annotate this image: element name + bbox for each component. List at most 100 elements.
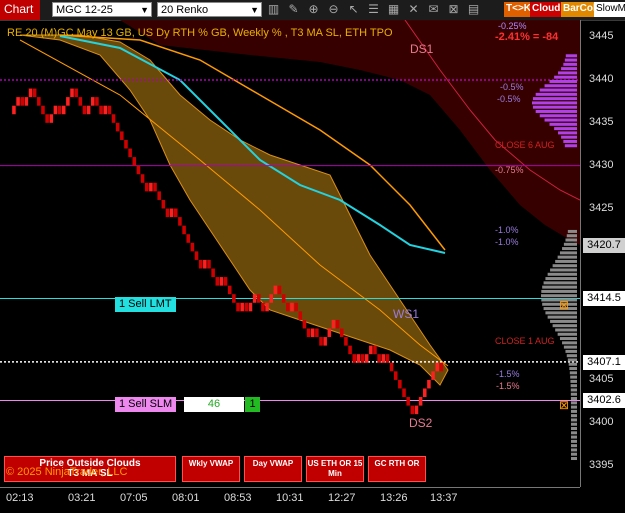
volume-profile-bar [563, 139, 577, 143]
ds2-label: DS2 [409, 416, 433, 430]
cancel-order-icon[interactable]: ⊠ [559, 398, 569, 412]
cross-icon[interactable]: ✕ [406, 2, 421, 17]
volume-profile-bar [549, 79, 577, 83]
renko-brick [223, 277, 228, 286]
chart-tab[interactable]: Chart [0, 0, 40, 20]
volume-profile-bar [557, 332, 577, 336]
volume-profile-bar [541, 289, 577, 293]
renko-brick [236, 302, 240, 312]
renko-brick [414, 405, 419, 415]
renko-brick [269, 294, 273, 303]
instrument-selector[interactable]: MGC 12-25 ▼ [52, 2, 152, 17]
renko-brick [45, 114, 49, 123]
renko-brick [393, 371, 398, 380]
pct-label: -0.75% [495, 165, 524, 175]
sell-limit-order[interactable]: 1 Sell LMT [115, 297, 176, 312]
cloud-button[interactable]: Cloud [530, 2, 563, 17]
pct-label: -0.5% [500, 82, 524, 92]
chevron-down-icon: ▼ [140, 5, 149, 15]
renko-brick [257, 294, 261, 303]
renko-brick [381, 354, 386, 363]
renko-brick [190, 242, 195, 252]
renko-brick [319, 337, 323, 346]
bar-type-selector[interactable]: 20 Renko ▼ [157, 2, 262, 17]
renko-brick [398, 379, 402, 389]
renko-brick [265, 302, 269, 312]
renko-brick [215, 277, 220, 286]
list-icon[interactable]: ☰ [366, 2, 381, 17]
slowma-button[interactable]: SlowMa [594, 2, 625, 17]
renko-brick [57, 105, 62, 115]
price-tick-label: 3395 [589, 458, 614, 471]
mail-icon[interactable]: ✉ [426, 2, 441, 17]
barcol-button[interactable]: BarCol [561, 2, 598, 17]
price-badge: 3420.7 [583, 238, 625, 254]
renko-brick [144, 182, 149, 192]
day-vwap-button[interactable]: Day VWAP [244, 456, 302, 482]
tile-icon[interactable]: ▤ [466, 2, 481, 17]
pct-label: -1.5% [496, 381, 520, 391]
lock-icon[interactable]: ⊠ [446, 2, 461, 17]
ds1-label: DS1 [410, 42, 434, 56]
zoom-out-icon[interactable]: ⊖ [326, 2, 341, 17]
price-axis[interactable]: 3445 3440 3435 3430 3425 3405 3400 3395 3420.7 34… [580, 20, 625, 487]
renko-brick [28, 88, 33, 98]
renko-brick [427, 379, 431, 389]
gc-rth-or-button[interactable]: GC RTH OR [368, 456, 426, 482]
volume-profile-bar [532, 101, 577, 105]
volume-profile-bar [547, 272, 577, 276]
renko-brick [227, 285, 232, 295]
renko-brick [232, 294, 236, 303]
time-tick-label: 07:05 [120, 492, 148, 504]
renko-brick [128, 148, 132, 158]
weekly-vwap-button[interactable]: Wkly VWAP [182, 456, 240, 482]
pencil-icon[interactable]: ✎ [286, 2, 301, 17]
volume-profile-bar [545, 277, 577, 281]
order-quantity[interactable]: 46 [184, 397, 244, 412]
volume-profile-bar [570, 392, 577, 396]
volume-profile-bar [570, 401, 577, 405]
renko-brick [310, 328, 315, 338]
renko-brick [364, 354, 369, 363]
renko-brick [327, 328, 332, 338]
time-axis[interactable]: 02:13 03:21 07:05 08:01 08:53 10:31 12:27 13:26… [0, 487, 580, 513]
time-tick-label: 13:37 [430, 492, 458, 504]
tko-button[interactable]: T<>K [504, 2, 534, 17]
renko-brick [335, 319, 340, 329]
volume-profile-bar [570, 444, 577, 448]
volume-profile-bar [554, 75, 577, 79]
volume-profile-bar [558, 71, 577, 75]
volume-profile-bar [543, 281, 577, 285]
renko-brick [198, 259, 203, 269]
volume-profile-bar [569, 371, 577, 375]
renko-brick [244, 302, 249, 312]
renko-brick [377, 354, 381, 363]
arrow-icon[interactable]: ↖ [346, 2, 361, 17]
time-tick-label: 13:26 [380, 492, 408, 504]
renko-brick [186, 234, 190, 243]
volume-profile-bar [570, 375, 577, 379]
renko-brick [78, 97, 83, 106]
renko-brick [95, 97, 99, 106]
renko-brick [49, 114, 54, 123]
volume-profile-bar [555, 259, 577, 263]
us-eth-or-button[interactable]: US ETH OR 15 Min [306, 456, 364, 482]
sell-stop-order[interactable]: 1 Sell SLM [115, 397, 177, 412]
renko-brick [91, 97, 95, 106]
renko-brick [169, 208, 174, 218]
price-badge: 3407.1 [583, 354, 625, 370]
chart-plot-area[interactable] [0, 20, 580, 487]
volume-profile-bar [532, 105, 577, 109]
bars-icon[interactable]: ▥ [266, 2, 281, 17]
volume-profile-bar [570, 422, 577, 426]
renko-brick [66, 97, 70, 106]
renko-brick [211, 268, 215, 278]
order-qty-button[interactable]: 1 [245, 397, 260, 412]
renko-brick [61, 105, 66, 115]
grid-icon[interactable]: ▦ [386, 2, 401, 17]
renko-brick [178, 217, 182, 226]
cancel-order-icon[interactable]: ⊠ [559, 298, 569, 312]
volume-profile-bar [562, 341, 577, 345]
zoom-in-icon[interactable]: ⊕ [306, 2, 321, 17]
renko-brick [82, 105, 87, 115]
